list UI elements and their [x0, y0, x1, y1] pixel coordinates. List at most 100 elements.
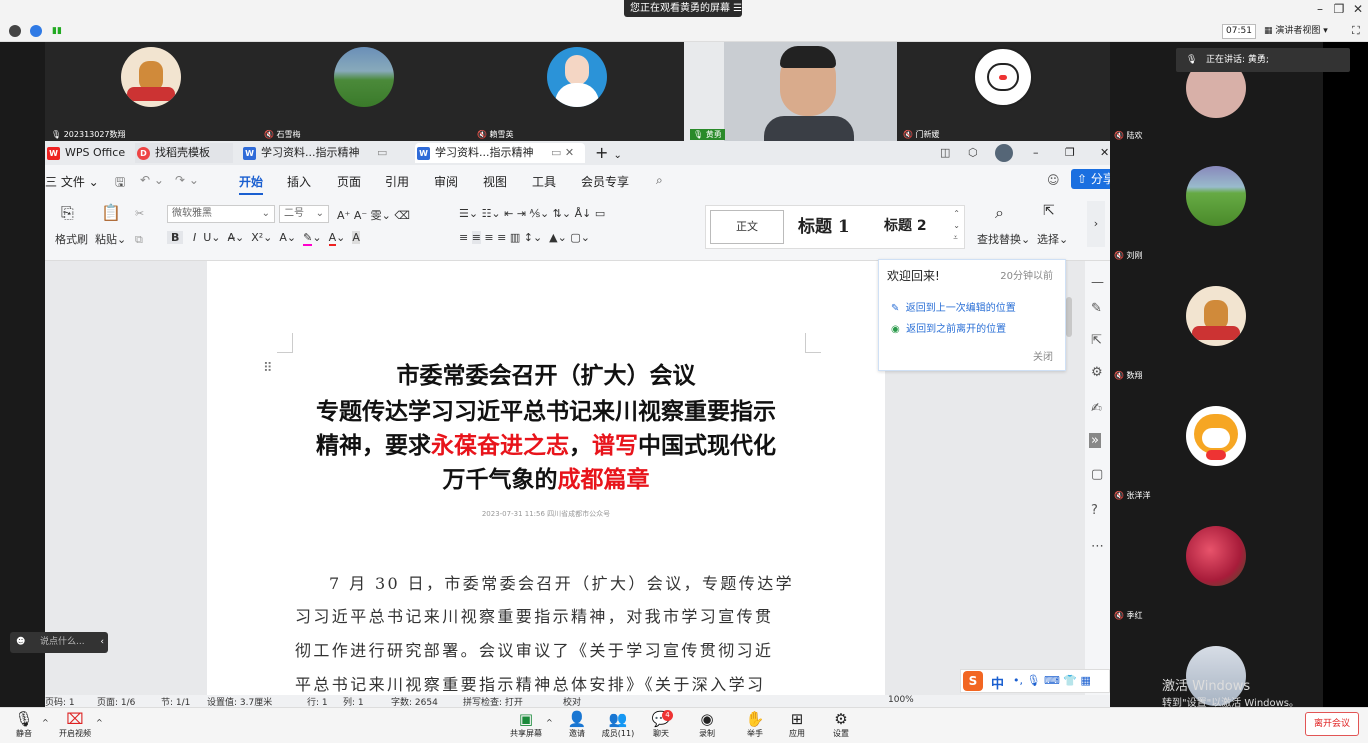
- menu-view[interactable]: 视图: [483, 173, 507, 190]
- mute-button[interactable]: 🎙 静音: [10, 708, 38, 739]
- restore-icon[interactable]: ❐: [1065, 143, 1075, 163]
- settings-button[interactable]: ⚙ 设置: [828, 708, 854, 739]
- minimize-icon[interactable]: –: [1312, 2, 1328, 16]
- menu-file[interactable]: 三 文件 ⌄: [45, 173, 99, 190]
- menu-insert[interactable]: 插入: [287, 173, 311, 190]
- tab-doc-1[interactable]: W 学习资料...指示精神 ▭: [241, 143, 409, 163]
- screen-share-banner[interactable]: 您正在观看黄勇的屏幕 ☰: [624, 0, 742, 17]
- pen-icon[interactable]: ✎: [1091, 301, 1102, 316]
- members-button[interactable]: 👥 成员(11): [600, 708, 636, 739]
- expand-panel-icon[interactable]: »: [1089, 433, 1101, 448]
- redo-icon[interactable]: ↷ ⌄: [175, 173, 199, 187]
- video-button[interactable]: ⌧ 开启视频: [58, 708, 92, 739]
- ribbon-more-icon[interactable]: ›: [1087, 201, 1105, 247]
- fullscreen-icon[interactable]: ⛶: [1352, 24, 1360, 38]
- menu-review[interactable]: 审阅: [434, 173, 458, 190]
- styles-scroll-icon[interactable]: ⌃ ⌄ ⩡: [953, 208, 960, 244]
- participant-tile[interactable]: 🔇 门新媛: [897, 42, 1110, 141]
- status-proof[interactable]: 校对: [563, 695, 581, 707]
- participant-tile[interactable]: 🔇 賴雪英: [471, 42, 684, 141]
- format-painter-button[interactable]: 格式刷: [55, 231, 88, 247]
- share-screen-button[interactable]: ▣ 共享屏幕: [508, 708, 544, 739]
- video-options-icon[interactable]: ^: [96, 718, 103, 727]
- document-page[interactable]: ⠿ 市委常委会召开（扩大）会议 专题传达学习习近平总书记来川视察重要指示 精神，…: [207, 261, 885, 695]
- cube-icon[interactable]: ⬡: [968, 143, 978, 163]
- select-icon[interactable]: ⇱: [1043, 203, 1055, 219]
- status-pages[interactable]: 页面: 1/6: [97, 695, 135, 707]
- restore-icon[interactable]: ❐: [1331, 2, 1347, 16]
- list-icons[interactable]: ☰⌄ ☷⌄ ⇤ ⇥ ⅍⌄ ⇅⌄ Å↓ ▭: [459, 207, 605, 220]
- format-painter-icon[interactable]: ⎘: [61, 203, 74, 223]
- scrollbar-thumb[interactable]: [1066, 297, 1072, 337]
- leave-meeting-button[interactable]: 离开会议: [1305, 712, 1359, 736]
- share-options-icon[interactable]: ^: [546, 718, 553, 727]
- close-tab-icon[interactable]: ✕: [565, 146, 574, 159]
- raise-hand-button[interactable]: ✋ 举手: [742, 708, 768, 739]
- tab-template[interactable]: D 找稻壳模板: [135, 143, 233, 163]
- apps-button[interactable]: ⊞ 应用: [784, 708, 810, 739]
- view-mode-select[interactable]: ▦ 演讲者视图 ▾: [1264, 24, 1344, 39]
- paste-button[interactable]: 粘贴⌄: [95, 231, 126, 247]
- status-words[interactable]: 字数: 2654: [391, 695, 438, 707]
- menu-home[interactable]: 开始: [239, 173, 264, 195]
- collapse-icon[interactable]: —: [1091, 275, 1104, 290]
- mic-options-icon[interactable]: ^: [42, 718, 49, 727]
- font-size-select[interactable]: 二号 ⌄: [279, 205, 329, 223]
- align-icons[interactable]: ≡ ≡ ≡ ≡ ▥ ↕⌄ ▲⌄ ▢⌄: [459, 231, 590, 244]
- find-icon[interactable]: ⌕: [995, 203, 1004, 223]
- cut-icon[interactable]: ✂: [135, 207, 144, 220]
- save-icon[interactable]: 🖫: [115, 173, 125, 194]
- status-spell[interactable]: 拼写检查: 打开: [463, 695, 523, 707]
- style-heading2[interactable]: 标题 2: [884, 215, 927, 235]
- paste-icon[interactable]: 📋: [101, 203, 121, 222]
- ime-toolbar[interactable]: S 中 •, 🎙 ⌨ 👕 ▦: [960, 669, 1110, 693]
- emoji-icon[interactable]: ☻: [16, 632, 25, 653]
- tab-doc-2-active[interactable]: W 学习资料...指示精神 ▭ ✕: [415, 143, 585, 163]
- menu-reference[interactable]: 引用: [385, 173, 409, 190]
- welcome-close-button[interactable]: 关闭: [1033, 348, 1053, 363]
- user-avatar[interactable]: [995, 144, 1013, 162]
- style-heading1[interactable]: 标题 1: [798, 212, 850, 237]
- minimize-icon[interactable]: –: [1033, 143, 1039, 163]
- record-button[interactable]: ◉ 录制: [694, 708, 720, 739]
- help-icon[interactable]: ?: [1091, 503, 1098, 518]
- share-button[interactable]: ⇧ 分享: [1071, 169, 1110, 189]
- bold-icon[interactable]: B: [167, 231, 184, 244]
- ime-tools-icon[interactable]: •, 🎙 ⌨ 👕 ▦: [1013, 674, 1091, 687]
- adjust-icon[interactable]: ⚙: [1091, 365, 1103, 380]
- search-icon[interactable]: ⌕: [656, 173, 663, 188]
- signal-icon[interactable]: ▮▮: [52, 26, 62, 36]
- chat-input[interactable]: ☻ 说点什么... ‹: [10, 632, 108, 653]
- tab-wps-office[interactable]: W WPS Office: [45, 143, 125, 163]
- style-normal[interactable]: 正文: [710, 210, 784, 244]
- sogou-icon[interactable]: S: [963, 671, 983, 691]
- participant-tile-active[interactable]: 🎙 黄勇: [684, 42, 897, 141]
- undo-icon[interactable]: ↶ ⌄: [140, 173, 164, 187]
- info-icon[interactable]: [9, 25, 21, 37]
- new-tab-icon[interactable]: + ⌄: [595, 143, 622, 163]
- menu-tools[interactable]: 工具: [532, 173, 556, 190]
- copy-icon[interactable]: ⧉: [135, 233, 143, 247]
- close-icon[interactable]: ✕: [1350, 2, 1366, 16]
- more-icon[interactable]: ⋯: [1091, 539, 1104, 554]
- format-icons[interactable]: I U⌄ A̶⌄ X²⌄ A⌄ ✎⌄ A⌄ A: [193, 231, 360, 246]
- select-button[interactable]: 选择⌄: [1037, 231, 1068, 247]
- layout-icon[interactable]: ◫: [940, 143, 950, 163]
- invite-button[interactable]: 👤 邀请: [564, 708, 590, 739]
- comment-icon[interactable]: ☺: [1047, 173, 1060, 187]
- shield-icon[interactable]: [30, 25, 42, 37]
- book-icon[interactable]: ▢: [1091, 467, 1103, 482]
- sign-icon[interactable]: ✍: [1091, 401, 1102, 416]
- collapse-chat-icon[interactable]: ‹: [100, 632, 104, 653]
- participant-tile[interactable]: 🎙 202313027数翔: [45, 42, 258, 141]
- close-icon[interactable]: ✕: [1100, 143, 1109, 163]
- grow-font-icon[interactable]: A⁺ A⁻ 雯⌄ ⌫: [337, 207, 410, 223]
- status-zoom[interactable]: 100%: [888, 695, 914, 705]
- font-select[interactable]: 微软雅黑 ⌄: [167, 205, 275, 223]
- scrollbar[interactable]: [1065, 267, 1073, 691]
- participant-tile[interactable]: 🔇 石雪梅: [258, 42, 471, 141]
- pointer-icon[interactable]: ⇱: [1091, 333, 1102, 348]
- return-last-open-link[interactable]: ◉ 返回到之前离开的位置: [891, 320, 1006, 335]
- menu-member[interactable]: 会员专享: [581, 173, 629, 190]
- menu-page[interactable]: 页面: [337, 173, 361, 190]
